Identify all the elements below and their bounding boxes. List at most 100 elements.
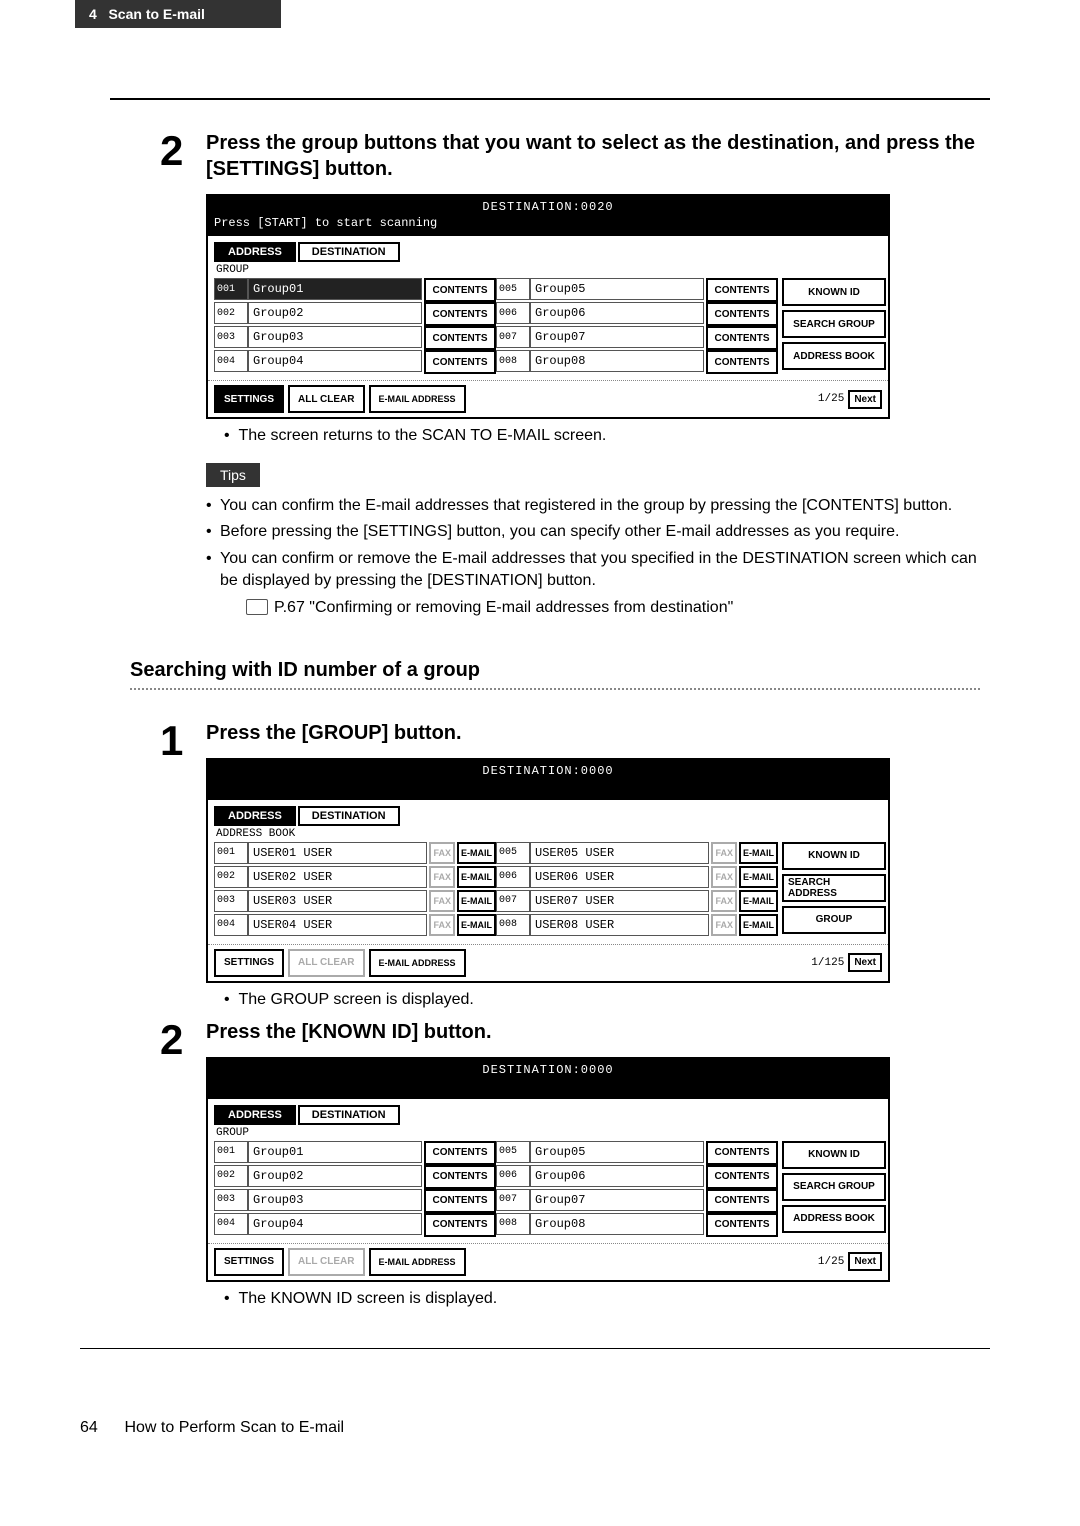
user-name[interactable]: USER03 USER	[248, 890, 427, 912]
user-id[interactable]: 001	[214, 842, 248, 864]
all-clear-button[interactable]: ALL CLEAR	[288, 949, 364, 977]
fax-button[interactable]: FAX	[429, 866, 455, 888]
group-id[interactable]: 003	[214, 326, 248, 348]
fax-button[interactable]: FAX	[429, 914, 455, 936]
address-book-button[interactable]: ADDRESS BOOK	[782, 342, 886, 370]
all-clear-button[interactable]: ALL CLEAR	[288, 1248, 364, 1276]
next-button[interactable]: Next	[848, 953, 882, 972]
group-id[interactable]: 001	[214, 278, 248, 300]
group-id[interactable]: 001	[214, 1141, 248, 1163]
group-id[interactable]: 004	[214, 1213, 248, 1235]
group-name[interactable]: Group08	[530, 350, 704, 372]
contents-button[interactable]: CONTENTS	[706, 1189, 778, 1213]
contents-button[interactable]: CONTENTS	[424, 1165, 496, 1189]
user-id[interactable]: 005	[496, 842, 530, 864]
group-name[interactable]: Group04	[248, 350, 422, 372]
contents-button[interactable]: CONTENTS	[424, 302, 496, 326]
email-button[interactable]: E-MAIL	[739, 842, 778, 864]
user-name[interactable]: USER04 USER	[248, 914, 427, 936]
contents-button[interactable]: CONTENTS	[424, 1213, 496, 1237]
group-id[interactable]: 008	[496, 1213, 530, 1235]
group-name[interactable]: Group05	[530, 1141, 704, 1163]
group-id[interactable]: 006	[496, 302, 530, 324]
group-name[interactable]: Group01	[248, 1141, 422, 1163]
email-button[interactable]: E-MAIL	[457, 914, 496, 936]
contents-button[interactable]: CONTENTS	[424, 1189, 496, 1213]
email-address-button[interactable]: E-MAIL ADDRESS	[369, 385, 466, 413]
fax-button[interactable]: FAX	[429, 890, 455, 912]
contents-button[interactable]: CONTENTS	[424, 278, 496, 302]
email-button[interactable]: E-MAIL	[457, 866, 496, 888]
group-name[interactable]: Group03	[248, 1189, 422, 1211]
group-id[interactable]: 005	[496, 278, 530, 300]
known-id-button[interactable]: KNOWN ID	[782, 842, 886, 870]
next-button[interactable]: Next	[848, 390, 882, 409]
email-address-button[interactable]: E-MAIL ADDRESS	[369, 1248, 466, 1276]
user-id[interactable]: 002	[214, 866, 248, 888]
contents-button[interactable]: CONTENTS	[424, 326, 496, 350]
user-id[interactable]: 006	[496, 866, 530, 888]
group-id[interactable]: 007	[496, 1189, 530, 1211]
group-name[interactable]: Group02	[248, 302, 422, 324]
known-id-button[interactable]: KNOWN ID	[782, 278, 886, 306]
group-name[interactable]: Group02	[248, 1165, 422, 1187]
tab-destination[interactable]: DESTINATION	[298, 242, 400, 262]
group-name[interactable]: Group06	[530, 1165, 704, 1187]
contents-button[interactable]: CONTENTS	[424, 1141, 496, 1165]
fax-button[interactable]: FAX	[711, 890, 737, 912]
user-id[interactable]: 003	[214, 890, 248, 912]
group-id[interactable]: 005	[496, 1141, 530, 1163]
group-id[interactable]: 006	[496, 1165, 530, 1187]
tab-address[interactable]: ADDRESS	[214, 806, 296, 826]
fax-button[interactable]: FAX	[429, 842, 455, 864]
group-button[interactable]: GROUP	[782, 906, 886, 934]
contents-button[interactable]: CONTENTS	[706, 1141, 778, 1165]
tab-address[interactable]: ADDRESS	[214, 1105, 296, 1125]
contents-button[interactable]: CONTENTS	[706, 1165, 778, 1189]
tab-address[interactable]: ADDRESS	[214, 242, 296, 262]
settings-button[interactable]: SETTINGS	[214, 385, 284, 413]
group-name[interactable]: Group07	[530, 1189, 704, 1211]
group-id[interactable]: 003	[214, 1189, 248, 1211]
user-name[interactable]: USER02 USER	[248, 866, 427, 888]
group-id[interactable]: 007	[496, 326, 530, 348]
tab-destination[interactable]: DESTINATION	[298, 806, 400, 826]
group-name[interactable]: Group05	[530, 278, 704, 300]
all-clear-button[interactable]: ALL CLEAR	[288, 385, 364, 413]
group-id[interactable]: 002	[214, 302, 248, 324]
email-button[interactable]: E-MAIL	[457, 890, 496, 912]
settings-button[interactable]: SETTINGS	[214, 949, 284, 977]
contents-button[interactable]: CONTENTS	[424, 350, 496, 374]
fax-button[interactable]: FAX	[711, 866, 737, 888]
search-group-button[interactable]: SEARCH GROUP	[782, 310, 886, 338]
group-name[interactable]: Group01	[248, 278, 422, 300]
address-book-button[interactable]: ADDRESS BOOK	[782, 1205, 886, 1233]
fax-button[interactable]: FAX	[711, 842, 737, 864]
search-address-button[interactable]: SEARCH ADDRESS	[782, 874, 886, 902]
user-name[interactable]: USER07 USER	[530, 890, 709, 912]
contents-button[interactable]: CONTENTS	[706, 278, 778, 302]
contents-button[interactable]: CONTENTS	[706, 350, 778, 374]
email-address-button[interactable]: E-MAIL ADDRESS	[369, 949, 466, 977]
tab-destination[interactable]: DESTINATION	[298, 1105, 400, 1125]
next-button[interactable]: Next	[848, 1252, 882, 1271]
email-button[interactable]: E-MAIL	[739, 866, 778, 888]
group-name[interactable]: Group04	[248, 1213, 422, 1235]
contents-button[interactable]: CONTENTS	[706, 302, 778, 326]
user-name[interactable]: USER01 USER	[248, 842, 427, 864]
settings-button[interactable]: SETTINGS	[214, 1248, 284, 1276]
user-name[interactable]: USER08 USER	[530, 914, 709, 936]
search-group-button[interactable]: SEARCH GROUP	[782, 1173, 886, 1201]
group-id[interactable]: 002	[214, 1165, 248, 1187]
group-id[interactable]: 004	[214, 350, 248, 372]
user-name[interactable]: USER06 USER	[530, 866, 709, 888]
fax-button[interactable]: FAX	[711, 914, 737, 936]
group-name[interactable]: Group06	[530, 302, 704, 324]
group-name[interactable]: Group08	[530, 1213, 704, 1235]
email-button[interactable]: E-MAIL	[457, 842, 496, 864]
group-name[interactable]: Group07	[530, 326, 704, 348]
user-name[interactable]: USER05 USER	[530, 842, 709, 864]
email-button[interactable]: E-MAIL	[739, 914, 778, 936]
group-id[interactable]: 008	[496, 350, 530, 372]
contents-button[interactable]: CONTENTS	[706, 1213, 778, 1237]
